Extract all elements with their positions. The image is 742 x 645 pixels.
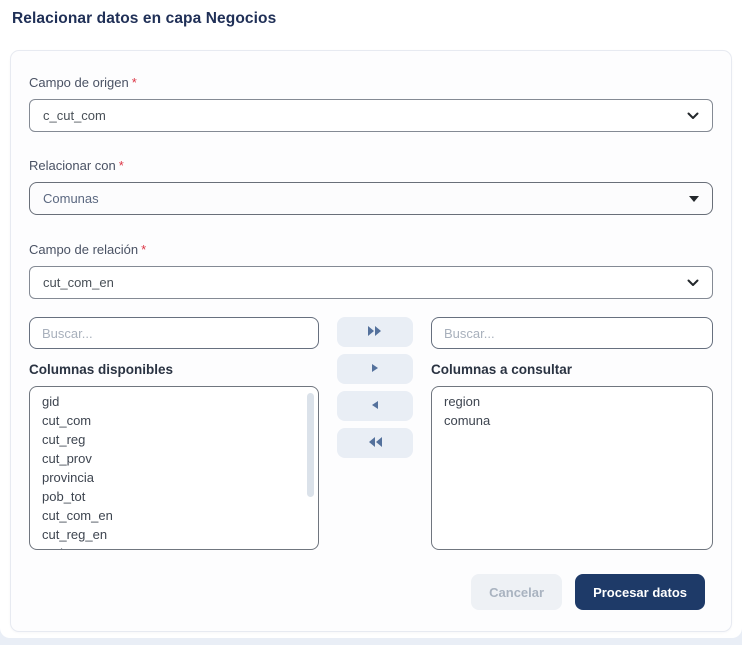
relation-field-label-text: Campo de relación <box>29 242 138 257</box>
required-asterisk: * <box>119 158 124 173</box>
available-column: Columnas disponibles gidcut_comcut_regcu… <box>29 317 319 550</box>
footer-actions: Cancelar Procesar datos <box>29 574 713 610</box>
search-selected-input[interactable] <box>431 317 713 349</box>
list-item[interactable]: cod_reg <box>42 544 318 550</box>
content-panel: Relacionar datos en capa Negocios Campo … <box>0 0 742 638</box>
required-asterisk: * <box>141 242 146 257</box>
selected-columns-list[interactable]: regioncomuna <box>431 386 713 550</box>
relate-with-value: Comunas <box>43 191 99 206</box>
relate-with-label: Relacionar con* <box>29 158 713 173</box>
move-all-left-button[interactable] <box>337 428 413 458</box>
list-item[interactable]: cut_com_en <box>42 506 318 525</box>
relate-with-select[interactable]: Comunas <box>29 182 713 215</box>
origin-field-label-text: Campo de origen <box>29 75 129 90</box>
move-right-button[interactable] <box>337 354 413 384</box>
origin-field-select[interactable]: c_cut_com <box>29 99 713 132</box>
page-title: Relacionar datos en capa Negocios <box>0 0 742 28</box>
relate-data-card: Campo de origen* c_cut_com Relacionar co… <box>10 50 732 632</box>
relation-field-value: cut_com_en <box>43 275 114 290</box>
search-available-input[interactable] <box>29 317 319 349</box>
origin-field-label: Campo de origen* <box>29 75 713 90</box>
list-item[interactable]: comuna <box>444 411 712 430</box>
required-asterisk: * <box>132 75 137 90</box>
list-item[interactable]: provincia <box>42 468 318 487</box>
chevron-down-icon <box>687 275 699 290</box>
left-arrow-icon <box>370 399 380 414</box>
caret-down-icon <box>689 196 699 202</box>
origin-field-value: c_cut_com <box>43 108 106 123</box>
selected-columns-label: Columnas a consultar <box>431 362 713 377</box>
transfer-controls <box>319 317 431 550</box>
process-data-button[interactable]: Procesar datos <box>575 574 705 610</box>
double-left-arrow-icon <box>366 435 384 452</box>
relate-with-label-text: Relacionar con <box>29 158 116 173</box>
available-columns-label: Columnas disponibles <box>29 362 319 377</box>
relation-field-select[interactable]: cut_com_en <box>29 266 713 299</box>
dual-list-section: Columnas disponibles gidcut_comcut_regcu… <box>29 317 713 550</box>
right-arrow-icon <box>370 362 380 377</box>
selected-column: Columnas a consultar regioncomuna <box>431 317 713 550</box>
scrollbar-thumb[interactable] <box>307 393 314 497</box>
list-item[interactable]: cut_reg <box>42 430 318 449</box>
available-columns-list[interactable]: gidcut_comcut_regcut_provprovinciapob_to… <box>29 386 319 550</box>
double-right-arrow-icon <box>366 324 384 341</box>
chevron-down-icon <box>687 108 699 123</box>
cancel-button[interactable]: Cancelar <box>471 574 562 610</box>
move-all-right-button[interactable] <box>337 317 413 347</box>
relation-field-label: Campo de relación* <box>29 242 713 257</box>
move-left-button[interactable] <box>337 391 413 421</box>
list-item[interactable]: cut_prov <box>42 449 318 468</box>
list-item[interactable]: cut_reg_en <box>42 525 318 544</box>
list-item[interactable]: pob_tot <box>42 487 318 506</box>
list-item[interactable]: cut_com <box>42 411 318 430</box>
list-item[interactable]: gid <box>42 392 318 411</box>
list-item[interactable]: region <box>444 392 712 411</box>
